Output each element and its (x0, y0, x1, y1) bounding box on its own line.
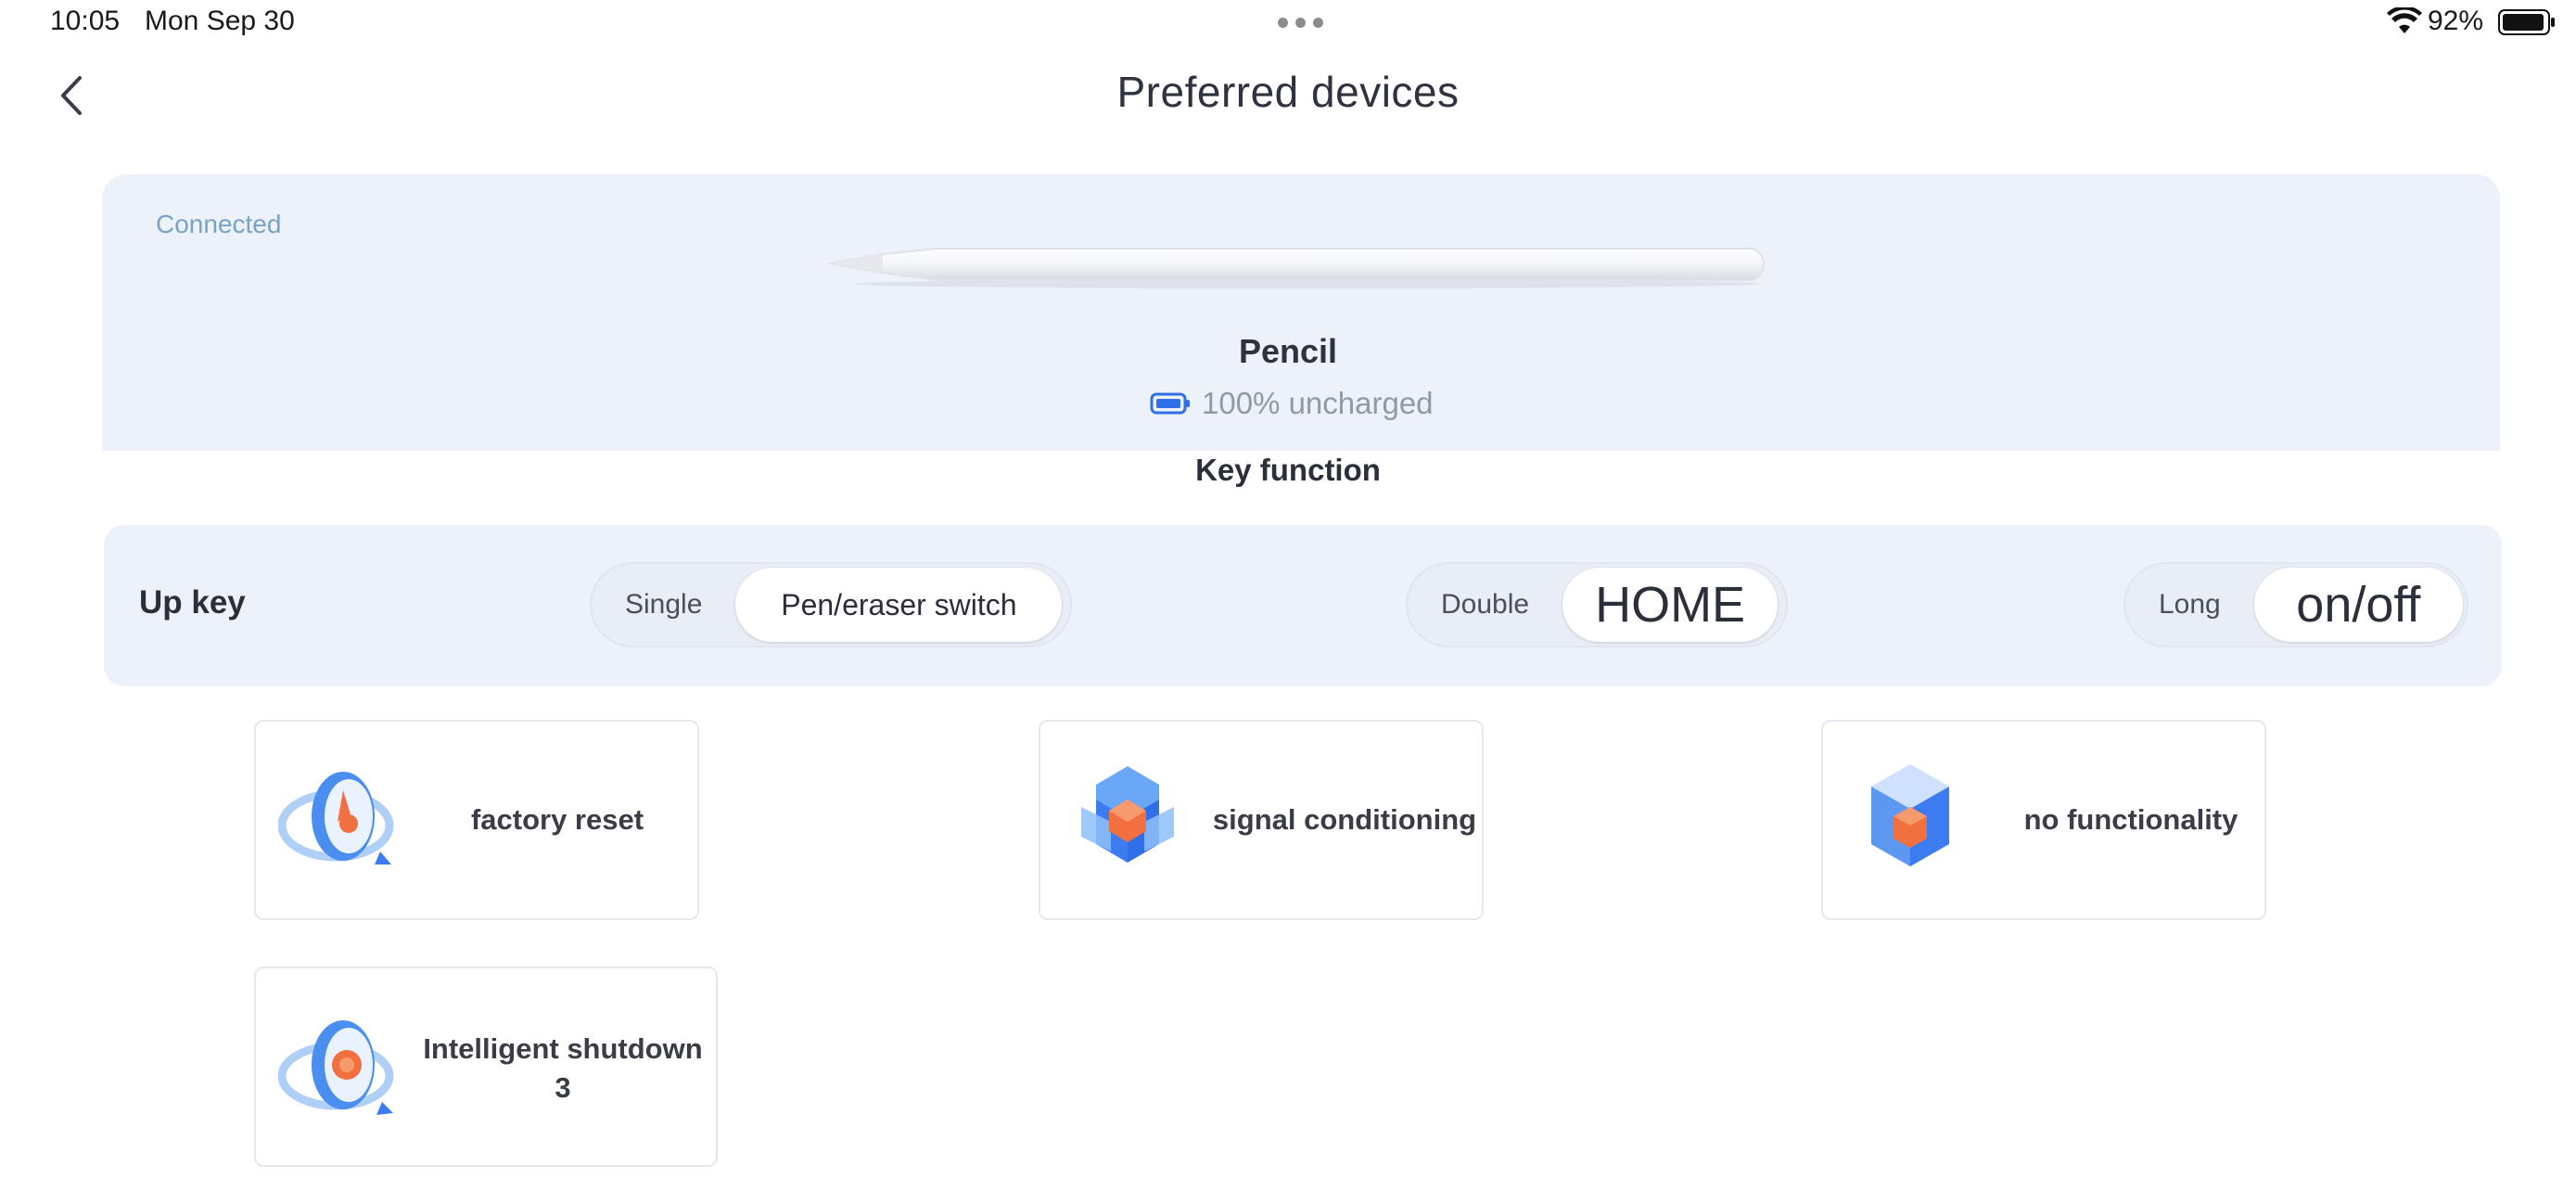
factory-reset-label: factory reset (470, 803, 644, 836)
long-press-selector[interactable]: Long on/off (2123, 562, 2468, 647)
long-label: Long (2159, 589, 2221, 620)
no-functionality-label: no functionality (2023, 803, 2238, 836)
device-name: Pencil (1238, 332, 1338, 370)
factory-reset-icon (278, 772, 394, 864)
long-value-button[interactable]: on/off (2253, 568, 2463, 642)
up-key-label: Up key (139, 584, 246, 621)
double-label: Double (1441, 589, 1530, 620)
status-time: 10:05 (50, 6, 121, 36)
battery-status-text: 100% uncharged (1202, 386, 1434, 420)
single-label: Single (625, 589, 703, 620)
double-press-selector[interactable]: Double HOME (1406, 562, 1788, 647)
battery-icon (2498, 9, 2555, 35)
battery-percent: 92% (2428, 6, 2484, 36)
wifi-icon (2387, 7, 2422, 33)
no-functionality-card[interactable]: no functionality (1821, 720, 2266, 920)
battery-icon (1150, 392, 1190, 415)
single-value-button[interactable]: Pen/eraser switch (735, 568, 1063, 642)
intelligent-shutdown-label: Intelligent shutdown 3 (423, 1032, 703, 1104)
no-functionality-icon (1871, 764, 1949, 866)
single-press-selector[interactable]: Single Pen/eraser switch (590, 562, 1072, 647)
status-date: Mon Sep 30 (145, 6, 295, 36)
signal-conditioning-label: signal conditioning (1212, 803, 1477, 836)
more-dots-icon[interactable] (1278, 6, 1326, 39)
pencil-image (828, 248, 1766, 288)
signal-conditioning-icon (1081, 766, 1174, 863)
double-value-button[interactable]: HOME (1562, 568, 1779, 642)
intelligent-shutdown-card[interactable]: Intelligent shutdown 3 (254, 967, 718, 1167)
page-title: Preferred devices (1116, 68, 1460, 116)
device-battery: 100% uncharged (1150, 382, 1434, 425)
signal-conditioning-card[interactable]: signal conditioning (1039, 720, 1484, 920)
key-function-heading: Key function (1195, 453, 1381, 487)
connection-status: Connected (156, 210, 282, 238)
factory-reset-card[interactable]: factory reset (254, 720, 699, 920)
intelligent-shutdown-icon (278, 1020, 394, 1115)
